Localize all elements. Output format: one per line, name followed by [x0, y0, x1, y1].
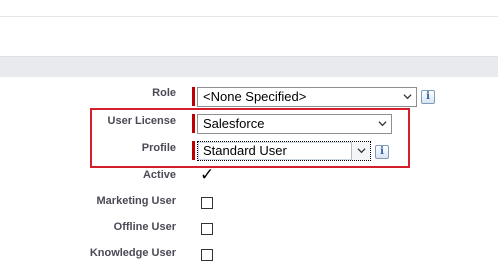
marketing-user-checkbox[interactable]	[201, 197, 213, 209]
marketing-user-label: Marketing User	[96, 195, 176, 207]
knowledge-user-checkbox[interactable]	[201, 249, 213, 261]
role-select[interactable]: <None Specified>	[197, 87, 417, 107]
active-label: Active	[142, 169, 176, 181]
role-info-icon[interactable]: i	[421, 90, 435, 104]
offline-user-label: Offline User	[113, 221, 176, 233]
knowledge-user-label: Knowledge User	[89, 247, 176, 259]
role-value: <None Specified>	[203, 89, 307, 104]
role-label: Role	[152, 87, 176, 99]
highlight-box	[90, 108, 410, 168]
section-header	[0, 56, 498, 77]
offline-user-checkbox[interactable]	[201, 223, 213, 235]
page-header-edge	[0, 0, 498, 17]
chevron-down-icon	[403, 94, 412, 100]
active-checkbox[interactable]: ✓	[200, 166, 214, 183]
required-indicator	[192, 87, 195, 106]
